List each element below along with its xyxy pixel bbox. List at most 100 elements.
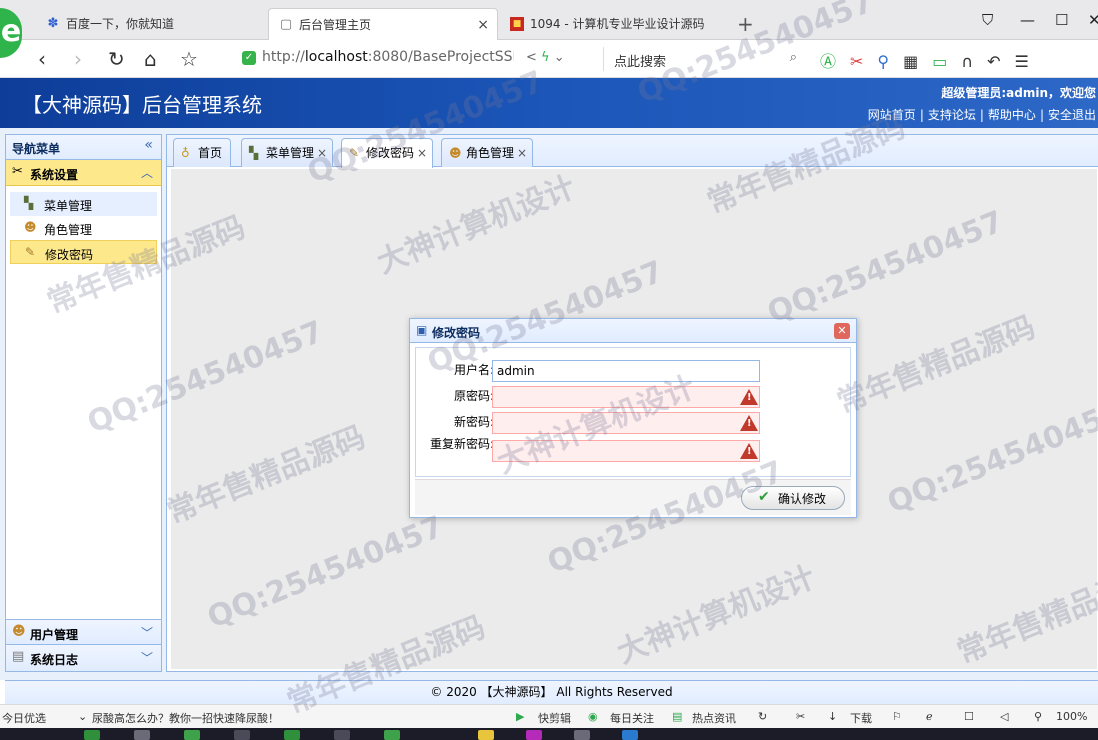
app-icon[interactable] xyxy=(574,730,590,740)
news-ticker[interactable]: 尿酸高怎么办？教你一招快速降尿酸！ xyxy=(92,710,279,726)
close-icon[interactable]: × xyxy=(477,9,489,40)
chevron-up-icon[interactable]: ︿ xyxy=(141,164,153,181)
dialog-footer: ✔ 确认修改 xyxy=(415,479,851,515)
row-new-password: 新密码: xyxy=(416,412,852,436)
toolbar-icons[interactable]: Ⓐ✂⚲▦▭∩↶☰ xyxy=(820,48,1043,72)
minimize-icon[interactable]: — xyxy=(1020,10,1035,30)
window-icon[interactable]: ☐ xyxy=(964,710,974,723)
sidebar-item-menu-manage[interactable]: ▚ 菜单管理 xyxy=(10,192,157,216)
zoom-icon[interactable]: ⚲ xyxy=(1034,710,1042,723)
tab-home[interactable]: ♁ 首页 xyxy=(173,138,232,167)
shield-icon: ✓ xyxy=(242,51,256,65)
section-system-settings[interactable]: ✂ 系统设置 ︿ xyxy=(6,160,161,186)
close-icon[interactable]: × xyxy=(417,139,427,167)
app-icon[interactable] xyxy=(334,730,350,740)
username-field[interactable] xyxy=(492,360,760,382)
link-help[interactable]: 帮助中心 xyxy=(988,108,1036,122)
close-icon[interactable]: ✕ xyxy=(834,323,850,339)
app-header: 【大神源码】后台管理系统 超级管理员:admin，欢迎您 网站首页 | 支持论坛 | 帮… xyxy=(0,78,1098,128)
status-item-follow[interactable]: 每日关注 xyxy=(610,710,654,726)
warning-icon xyxy=(740,389,758,405)
section-label: 系统日志 xyxy=(30,653,79,667)
tools-icon: ✂ xyxy=(12,164,23,179)
link-forum[interactable]: 支持论坛 xyxy=(928,108,976,122)
browser-tab-source[interactable]: ■ 1094 - 计算机专业毕业设计源码 xyxy=(500,8,730,40)
url-text[interactable]: http://localhost:8080/BaseProjectSSM xyxy=(262,49,514,65)
status-item-download[interactable]: 下载 xyxy=(850,710,872,726)
dialog-header[interactable]: ▣ 修改密码 ✕ xyxy=(410,319,856,343)
url-action-icons[interactable]: < ϟ ⌄ xyxy=(526,50,565,65)
search-input[interactable]: 点此搜索 xyxy=(614,51,666,70)
home-icon[interactable]: ⌂ xyxy=(144,48,157,70)
app-icon[interactable] xyxy=(284,730,300,740)
link-home[interactable]: 网站首页 xyxy=(868,108,916,122)
lightning-icon: ϟ xyxy=(541,50,550,65)
maximize-icon[interactable]: ☐ xyxy=(1055,10,1068,30)
link-logout[interactable]: 安全退出 xyxy=(1048,108,1096,122)
app-icon[interactable] xyxy=(384,730,400,740)
paw-icon: ✽ xyxy=(47,16,59,31)
chevron-down-icon[interactable]: ﹀ xyxy=(141,649,153,666)
back-icon[interactable]: ‹ xyxy=(38,48,46,70)
lightbulb-icon: ♁ xyxy=(181,146,190,160)
search-icon[interactable]: ⌕ xyxy=(790,50,797,65)
repeat-password-field[interactable] xyxy=(492,440,760,462)
chevron-down-icon[interactable]: ﹀ xyxy=(141,624,153,641)
tab-role-manage[interactable]: ☻ 角色管理 × xyxy=(441,138,534,167)
share-icon: < xyxy=(526,50,537,65)
app-footer: © 2020 【大神源码】 All Rights Reserved xyxy=(5,680,1098,704)
app-icon[interactable] xyxy=(84,730,100,740)
app-icon[interactable] xyxy=(478,730,494,740)
sidebar-item-label: 菜单管理 xyxy=(44,199,93,213)
ie-icon[interactable]: ℯ xyxy=(926,710,933,723)
app-icon[interactable] xyxy=(622,730,638,740)
app-icon[interactable] xyxy=(526,730,542,740)
status-item-clip[interactable]: 快剪辑 xyxy=(538,710,571,726)
section-system-log[interactable]: ▤ 系统日志 ﹀ xyxy=(6,645,161,671)
close-icon[interactable]: × xyxy=(517,139,527,167)
new-password-field[interactable] xyxy=(492,412,760,434)
browser-tab-admin[interactable]: ▢ 后台管理主页 × xyxy=(268,8,498,40)
app-icon[interactable] xyxy=(184,730,200,740)
download-icon[interactable]: ↓ xyxy=(828,710,837,723)
edit-icon: ✎ xyxy=(349,146,360,160)
forward-icon[interactable]: › xyxy=(74,48,82,70)
close-window-icon[interactable]: ✕ xyxy=(1088,10,1098,30)
tab-change-password[interactable]: ✎ 修改密码 × xyxy=(341,138,434,168)
status-item-news[interactable]: 热点资讯 xyxy=(692,710,736,726)
collapse-left-icon[interactable]: « xyxy=(144,137,153,153)
section-user-manage[interactable]: ☻ 用户管理 ﹀ xyxy=(6,619,161,645)
sidebar-item-role-manage[interactable]: ☻ 角色管理 xyxy=(10,216,157,240)
old-password-field[interactable] xyxy=(492,386,760,408)
address-bar[interactable]: ✓ http://localhost:8080/BaseProjectSSM <… xyxy=(236,48,598,70)
search-box[interactable]: 点此搜索 ⌕ xyxy=(603,47,803,71)
browser-tab-bar: e ✽ 百度一下，你就知道 ▢ 后台管理主页 × ■ 1094 - 计算机专业毕… xyxy=(0,0,1098,58)
refresh-icon[interactable]: ↻ xyxy=(758,710,767,723)
confirm-label: 确认修改 xyxy=(778,491,827,506)
red-square-icon: ■ xyxy=(510,17,524,31)
translate-icon: Ⓐ xyxy=(820,52,851,71)
sidebar: 导航菜单 « ✂ 系统设置 ︿ ▚ 菜单管理 ☻ 角色管理 ✎ 修改密码 ☻ 用… xyxy=(5,134,162,672)
shirt-icon[interactable]: ⛉ xyxy=(982,10,993,30)
new-tab-button[interactable]: + xyxy=(737,12,754,36)
headphones-icon: ∩ xyxy=(961,52,988,71)
refresh-icon[interactable]: ↻ xyxy=(108,48,125,70)
app-icon[interactable] xyxy=(134,730,150,740)
news-icon: ▤ xyxy=(672,710,683,723)
speaker-icon[interactable]: ◁ xyxy=(1000,710,1008,723)
app-icon[interactable] xyxy=(234,730,250,740)
tools-icon[interactable]: ✂ xyxy=(796,710,805,723)
sidebar-item-change-password[interactable]: ✎ 修改密码 xyxy=(10,240,157,264)
close-icon[interactable]: × xyxy=(317,139,327,167)
new-password-label: 新密码: xyxy=(453,415,494,429)
tab-menu-manage[interactable]: ▚ 菜单管理 × xyxy=(241,138,334,167)
menu-icon: ☰ xyxy=(1014,52,1043,71)
sidebar-item-label: 角色管理 xyxy=(44,223,93,237)
star-icon[interactable]: ☆ xyxy=(180,48,198,70)
flag-icon[interactable]: ⚐ xyxy=(892,710,902,723)
zoom-level[interactable]: 100% xyxy=(1056,710,1087,723)
confirm-button[interactable]: ✔ 确认修改 xyxy=(741,486,845,510)
status-left[interactable]: 今日优选 xyxy=(2,710,46,726)
browser-tab-baidu[interactable]: ✽ 百度一下，你就知道 xyxy=(36,8,266,40)
chevron-down-icon[interactable]: ⌄ xyxy=(78,710,87,723)
